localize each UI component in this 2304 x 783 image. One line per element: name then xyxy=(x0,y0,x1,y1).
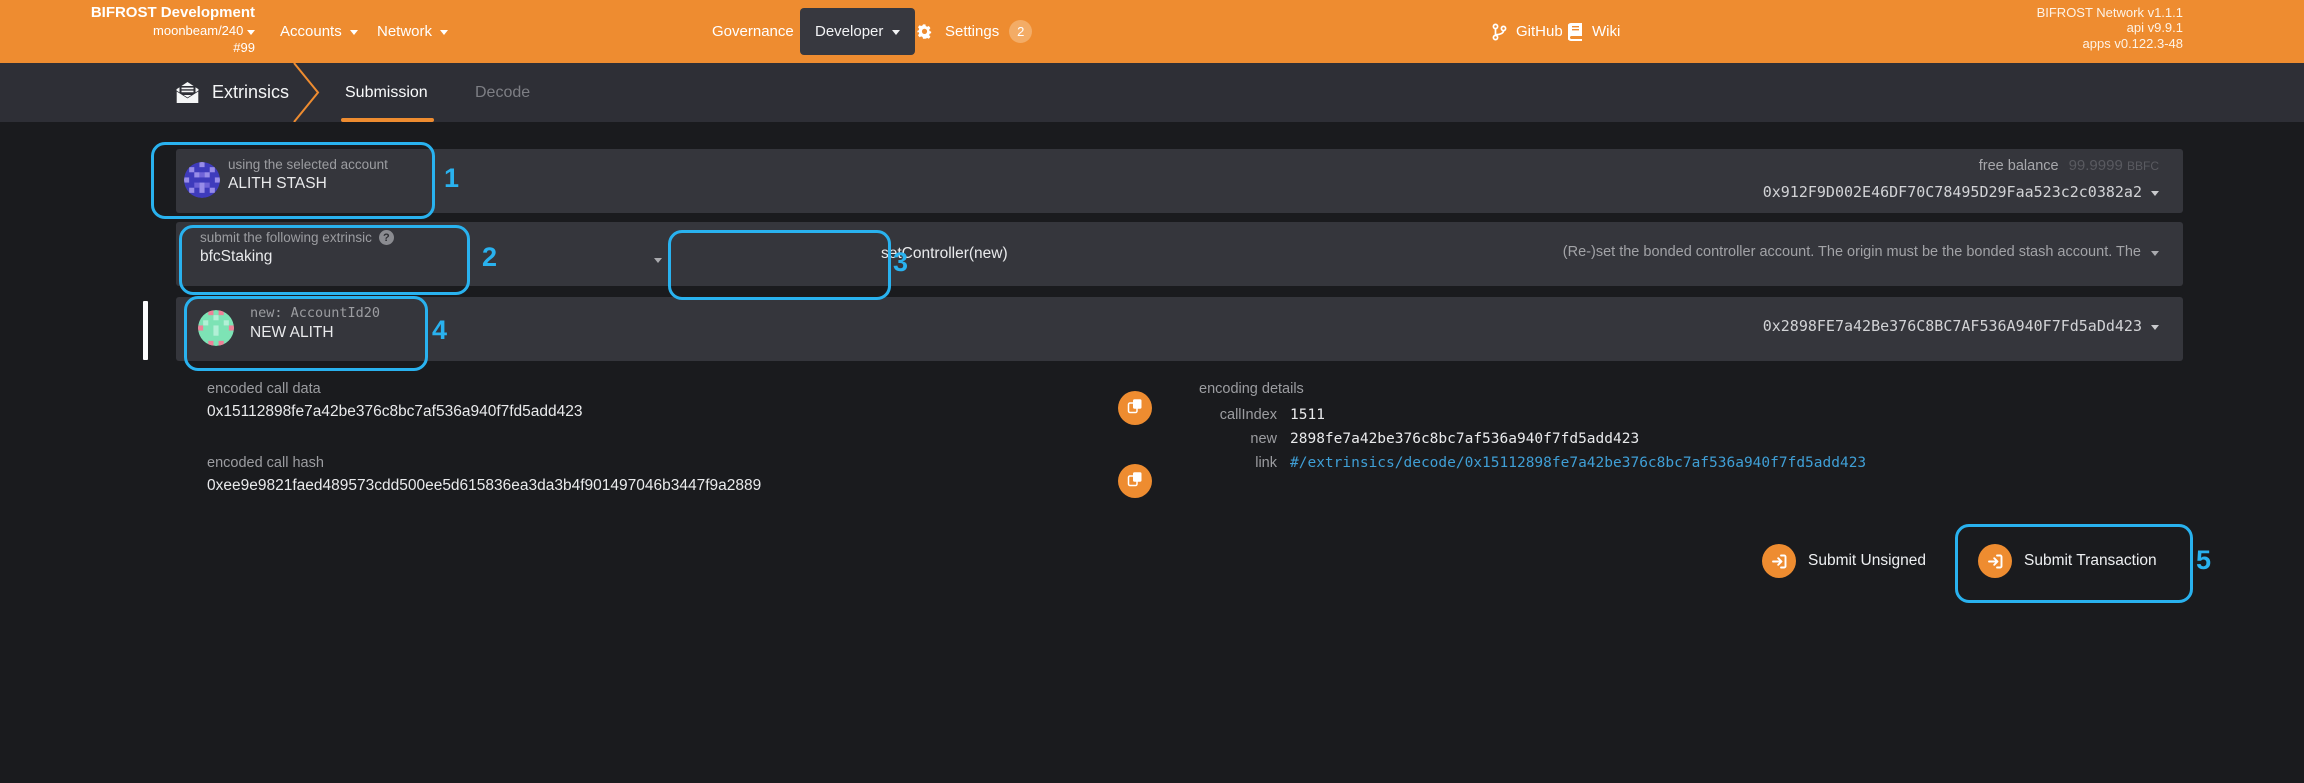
book-icon xyxy=(1568,23,1583,41)
extrinsic-select-row: submit the following extrinsic ? bfcStak… xyxy=(176,222,2183,286)
annotation-number-3: 3 xyxy=(893,247,908,278)
free-balance-value: 99.9999 xyxy=(2069,157,2123,174)
help-icon[interactable]: ? xyxy=(379,230,394,245)
identicon-new-alith[interactable] xyxy=(198,310,234,346)
encoded-call-data-value: 0x15112898fe7a42be376c8bc7af536a940f7fd5… xyxy=(207,403,583,421)
envelope-open-text-icon xyxy=(176,82,199,103)
callindex-value: 1511 xyxy=(1290,407,1325,423)
encoding-details-title: encoding details xyxy=(1199,381,1304,397)
chevron-down-icon xyxy=(892,30,900,35)
apps-version: apps v0.122.3-48 xyxy=(2037,36,2183,51)
version-info: BIFROST Network v1.1.1 api v9.9.1 apps v… xyxy=(2037,5,2183,51)
decode-link[interactable]: #/extrinsics/decode/0x15112898fe7a42be37… xyxy=(1290,455,1866,471)
nav-network[interactable]: Network xyxy=(377,0,448,63)
method-description: (Re-)set the bonded controller account. … xyxy=(1563,244,2141,260)
section-select[interactable]: submit the following extrinsic ? bfcStak… xyxy=(200,230,394,266)
chevron-down-icon xyxy=(247,30,255,35)
annotation-number-1: 1 xyxy=(444,163,459,194)
new-label: new xyxy=(1110,431,1290,447)
param-indent-bar xyxy=(143,301,148,360)
nav-developer[interactable]: Developer xyxy=(800,8,915,55)
annotation-number-4: 4 xyxy=(432,315,447,346)
sign-in-icon xyxy=(1762,544,1796,578)
tab-divider xyxy=(291,63,323,122)
detail-row-link: link #/extrinsics/decode/0x15112898fe7a4… xyxy=(1110,455,1866,471)
chevron-down-icon xyxy=(2151,251,2159,256)
gear-icon xyxy=(915,22,935,42)
free-balance-label: free balance xyxy=(1979,158,2059,174)
link-label: link xyxy=(1110,455,1290,471)
page: BIFROST Development moonbeam/240 #99 Acc… xyxy=(0,0,2304,783)
chevron-down-icon[interactable] xyxy=(654,258,662,263)
chevron-down-icon[interactable] xyxy=(2151,325,2159,330)
free-balance-unit: BBFC xyxy=(2127,159,2159,173)
stash-address: 0x912F9D002E46DF70C78495D29Faa523c2c0382… xyxy=(1763,183,2142,201)
chain-info[interactable]: BIFROST Development moonbeam/240 #99 xyxy=(0,5,255,54)
encoded-call-hash-value: 0xee9e9821faed489573cdd500ee5d615836ea3d… xyxy=(207,477,761,495)
account-select-row[interactable]: using the selected account ALITH STASH f… xyxy=(176,149,2183,213)
callindex-label: callIndex xyxy=(1110,407,1290,423)
page-title: Extrinsics xyxy=(176,63,289,122)
controller-address: 0x2898FE7a42Be376C8BC7AF536A940F7Fd5aDd4… xyxy=(1763,317,2142,335)
param-account-row[interactable]: new: AccountId20 NEW ALITH 0x2898FE7a42B… xyxy=(176,297,2183,361)
param-label: new: AccountId20 xyxy=(250,305,380,321)
settings-label: Settings xyxy=(945,23,999,40)
chevron-down-icon xyxy=(350,30,358,35)
chain-spec: moonbeam/240 xyxy=(153,23,243,38)
new-value: 2898fe7a42be376c8bc7af536a940f7fd5add423 xyxy=(1290,431,1639,447)
nav-settings[interactable]: Settings 2 xyxy=(915,0,1032,63)
chevron-down-icon xyxy=(440,30,448,35)
account-select-value: ALITH STASH xyxy=(228,175,388,193)
method-select[interactable]: setController(new) (Re-)set the bonded c… xyxy=(705,222,2183,286)
section-value: bfcStaking xyxy=(200,248,394,266)
code-branch-icon xyxy=(1492,23,1507,41)
copy-icon xyxy=(1127,471,1143,492)
top-menubar: BIFROST Development moonbeam/240 #99 Acc… xyxy=(0,0,2304,63)
annotation-number-2: 2 xyxy=(482,242,497,273)
network-version: BIFROST Network v1.1.1 xyxy=(2037,5,2183,20)
identicon-alith-stash[interactable] xyxy=(184,162,220,198)
extrinsic-label: submit the following extrinsic xyxy=(200,230,372,245)
block-number: #99 xyxy=(0,41,255,54)
nav-governance[interactable]: Governance xyxy=(712,0,810,63)
submit-unsigned-button[interactable]: Submit Unsigned xyxy=(1762,544,1926,578)
nav-accounts[interactable]: Accounts xyxy=(280,0,358,63)
encoded-call-data-label: encoded call data xyxy=(207,381,321,397)
param-account-name: NEW ALITH xyxy=(250,324,380,342)
wiki-link[interactable]: Wiki xyxy=(1568,0,1620,63)
chevron-down-icon[interactable] xyxy=(2151,191,2159,196)
settings-badge: 2 xyxy=(1009,20,1032,43)
detail-row-new: new 2898fe7a42be376c8bc7af536a940f7fd5ad… xyxy=(1110,431,1639,447)
encoded-call-hash-label: encoded call hash xyxy=(207,455,324,471)
chain-name: BIFROST Development xyxy=(0,5,255,20)
annotation-number-5: 5 xyxy=(2196,545,2211,576)
detail-row-callindex: callIndex 1511 xyxy=(1110,407,1325,423)
api-version: api v9.9.1 xyxy=(2037,20,2183,35)
account-select-label: using the selected account xyxy=(228,157,388,172)
submit-transaction-button[interactable]: Submit Transaction xyxy=(1978,544,2157,578)
tab-decode[interactable]: Decode xyxy=(475,63,530,122)
github-link[interactable]: GitHub xyxy=(1492,0,1563,63)
tab-submission[interactable]: Submission xyxy=(345,63,428,122)
active-tab-underline xyxy=(341,118,434,122)
tab-bar: Extrinsics Submission Decode xyxy=(0,63,2304,122)
sign-in-icon xyxy=(1978,544,2012,578)
